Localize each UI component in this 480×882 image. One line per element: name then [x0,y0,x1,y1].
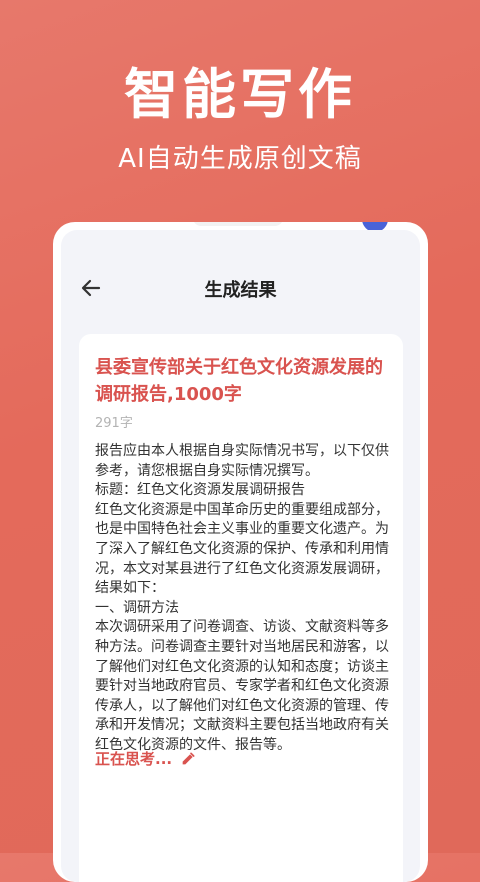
thinking-status: 正在思考... [95,748,196,769]
result-screen: 生成结果 县委宣传部关于红色文化资源发展的调研报告,1000字 291字 报告应… [61,230,420,882]
hero-subtitle: AI自动生成原创文稿 [118,144,362,174]
phone-speaker [193,222,283,226]
word-count: 291字 [95,416,133,431]
page-title: 生成结果 [204,280,277,301]
result-title: 县委宣传部关于红色文化资源发展的调研报告,1000字 [95,357,383,405]
result-card: 县委宣传部关于红色文化资源发展的调研报告,1000字 291字 报告应由本人根据… [79,334,403,882]
pencil-icon [182,752,195,764]
generated-text: 报告应由本人根据自身实际情况书写，以下仅供参考，请您根据自身实际情况撰写。 标题… [95,443,389,753]
phone-mockup: 生成结果 县委宣传部关于红色文化资源发展的调研报告,1000字 291字 报告应… [53,222,428,882]
hero-title: 智能写作 [124,63,356,126]
thinking-label: 正在思考... [95,750,173,768]
nav-bar: 生成结果 [61,272,420,308]
